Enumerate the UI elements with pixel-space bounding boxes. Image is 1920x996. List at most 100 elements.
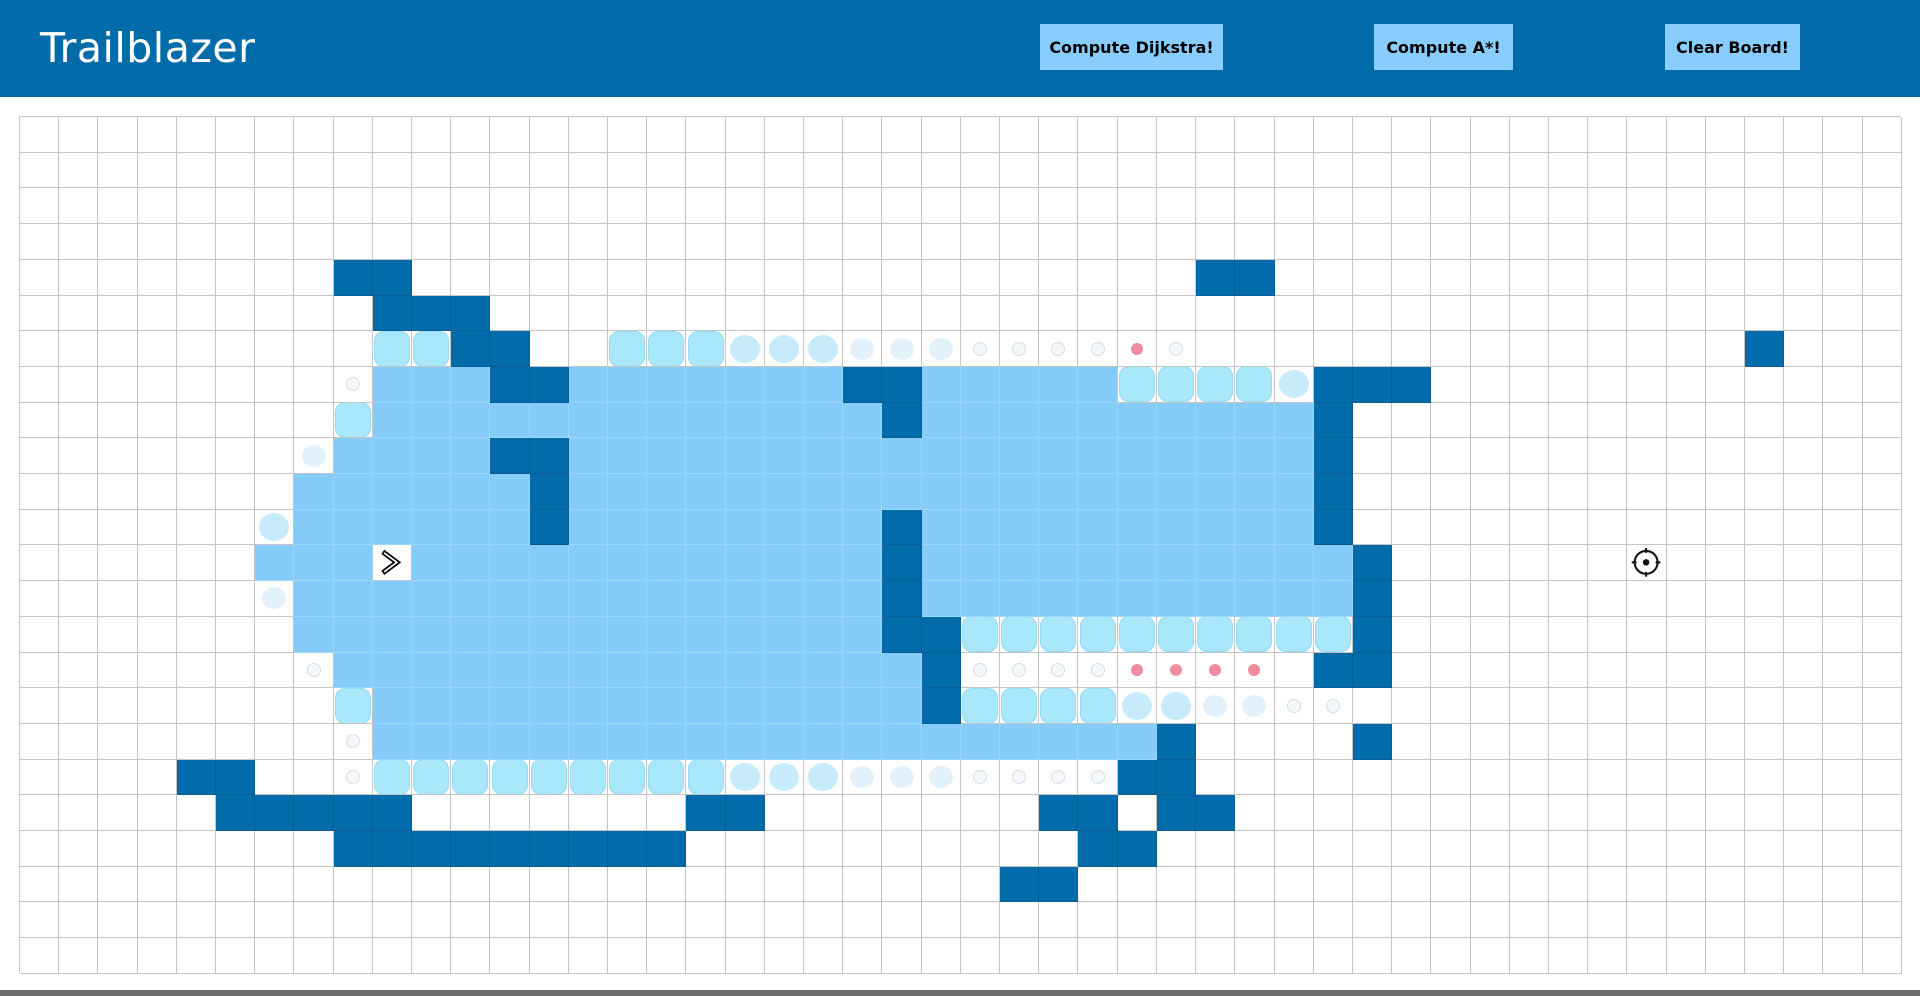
visited-cell[interactable] — [568, 402, 609, 439]
grid-cell[interactable] — [1470, 652, 1510, 689]
grid-cell[interactable] — [804, 117, 844, 153]
wall-cell[interactable] — [451, 331, 491, 367]
frontier-cell[interactable] — [1313, 616, 1353, 653]
frontier-cell[interactable] — [1235, 652, 1275, 689]
grid-cell[interactable] — [451, 117, 491, 153]
visited-cell[interactable] — [686, 581, 726, 617]
grid-cell[interactable] — [1235, 795, 1275, 832]
grid-cell[interactable] — [804, 866, 844, 903]
grid-cell[interactable] — [1470, 509, 1510, 546]
grid-cell[interactable] — [1156, 866, 1197, 903]
grid-cell[interactable] — [1705, 831, 1745, 867]
grid-cell[interactable] — [1313, 295, 1353, 332]
grid-cell[interactable] — [725, 152, 765, 189]
visited-cell[interactable] — [1000, 366, 1040, 403]
grid-cell[interactable] — [1274, 938, 1314, 974]
visited-cell[interactable] — [568, 581, 609, 617]
visited-cell[interactable] — [764, 616, 805, 653]
grid-cell[interactable] — [568, 117, 609, 153]
grid-cell[interactable] — [1313, 259, 1353, 296]
frontier-cell[interactable] — [764, 759, 805, 796]
grid-cell[interactable] — [1078, 117, 1118, 153]
visited-cell[interactable] — [1156, 545, 1197, 582]
wall-cell[interactable] — [1000, 866, 1040, 903]
grid-cell[interactable] — [255, 688, 295, 724]
frontier-cell[interactable] — [529, 759, 569, 796]
grid-cell[interactable] — [137, 402, 177, 439]
visited-cell[interactable] — [843, 723, 883, 760]
grid-cell[interactable] — [490, 795, 530, 832]
grid-cell[interactable] — [1784, 402, 1824, 439]
wall-cell[interactable] — [1352, 366, 1393, 403]
grid-cell[interactable] — [98, 759, 138, 796]
grid-cell[interactable] — [59, 402, 99, 439]
frontier-cell[interactable] — [1313, 688, 1353, 724]
grid-cell[interactable] — [1235, 188, 1275, 225]
grid-cell[interactable] — [1784, 616, 1824, 653]
grid-cell[interactable] — [1548, 723, 1589, 760]
grid-cell[interactable] — [1470, 616, 1510, 653]
visited-cell[interactable] — [490, 545, 530, 582]
visited-cell[interactable] — [725, 581, 765, 617]
grid-cell[interactable] — [1588, 331, 1628, 367]
frontier-cell[interactable] — [1156, 331, 1197, 367]
grid-cell[interactable] — [1392, 152, 1432, 189]
visited-cell[interactable] — [608, 688, 648, 724]
frontier-cell[interactable] — [1156, 688, 1197, 724]
grid-cell[interactable] — [1784, 866, 1824, 903]
grid-cell[interactable] — [1352, 438, 1393, 475]
grid-cell[interactable] — [333, 902, 373, 939]
compute-dijkstra-button[interactable]: Compute Dijkstra! — [1040, 24, 1223, 70]
grid-cell[interactable] — [1509, 759, 1549, 796]
grid-cell[interactable] — [1235, 723, 1275, 760]
grid-cell[interactable] — [1862, 759, 1902, 796]
visited-cell[interactable] — [1117, 545, 1157, 582]
grid-cell[interactable] — [882, 224, 922, 260]
grid-cell[interactable] — [451, 866, 491, 903]
grid-cell[interactable] — [1274, 152, 1314, 189]
visited-cell[interactable] — [686, 402, 726, 439]
grid-cell[interactable] — [1862, 866, 1902, 903]
grid-cell[interactable] — [216, 331, 256, 367]
grid-cell[interactable] — [764, 152, 805, 189]
grid-cell[interactable] — [1470, 938, 1510, 974]
visited-cell[interactable] — [843, 652, 883, 689]
grid-cell[interactable] — [686, 259, 726, 296]
grid-cell[interactable] — [20, 545, 60, 582]
grid-cell[interactable] — [294, 259, 334, 296]
grid-cell[interactable] — [216, 152, 256, 189]
grid-cell[interactable] — [1000, 188, 1040, 225]
grid-cell[interactable] — [98, 902, 138, 939]
grid-cell[interactable] — [1392, 688, 1432, 724]
visited-cell[interactable] — [921, 474, 961, 510]
visited-cell[interactable] — [1156, 438, 1197, 475]
grid-cell[interactable] — [1039, 117, 1079, 153]
grid-cell[interactable] — [764, 866, 805, 903]
visited-cell[interactable] — [333, 545, 373, 582]
grid-cell[interactable] — [216, 509, 256, 546]
grid-cell[interactable] — [98, 188, 138, 225]
visited-cell[interactable] — [412, 438, 452, 475]
grid-cell[interactable] — [1000, 831, 1040, 867]
grid-cell[interactable] — [98, 723, 138, 760]
visited-cell[interactable] — [686, 438, 726, 475]
grid-cell[interactable] — [1156, 902, 1197, 939]
visited-cell[interactable] — [647, 402, 687, 439]
grid-cell[interactable] — [176, 152, 217, 189]
grid-cell[interactable] — [529, 259, 569, 296]
visited-cell[interactable] — [1274, 509, 1314, 546]
grid-cell[interactable] — [1588, 224, 1628, 260]
visited-cell[interactable] — [843, 402, 883, 439]
grid-cell[interactable] — [59, 831, 99, 867]
grid-cell[interactable] — [647, 188, 687, 225]
grid-cell[interactable] — [1744, 509, 1785, 546]
grid-cell[interactable] — [1470, 366, 1510, 403]
visited-cell[interactable] — [647, 509, 687, 546]
frontier-cell[interactable] — [764, 331, 805, 367]
frontier-cell[interactable] — [1274, 688, 1314, 724]
grid-cell[interactable] — [1784, 759, 1824, 796]
grid-cell[interactable] — [1431, 581, 1471, 617]
grid-cell[interactable] — [764, 902, 805, 939]
grid-cell[interactable] — [216, 581, 256, 617]
grid-cell[interactable] — [1352, 295, 1393, 332]
